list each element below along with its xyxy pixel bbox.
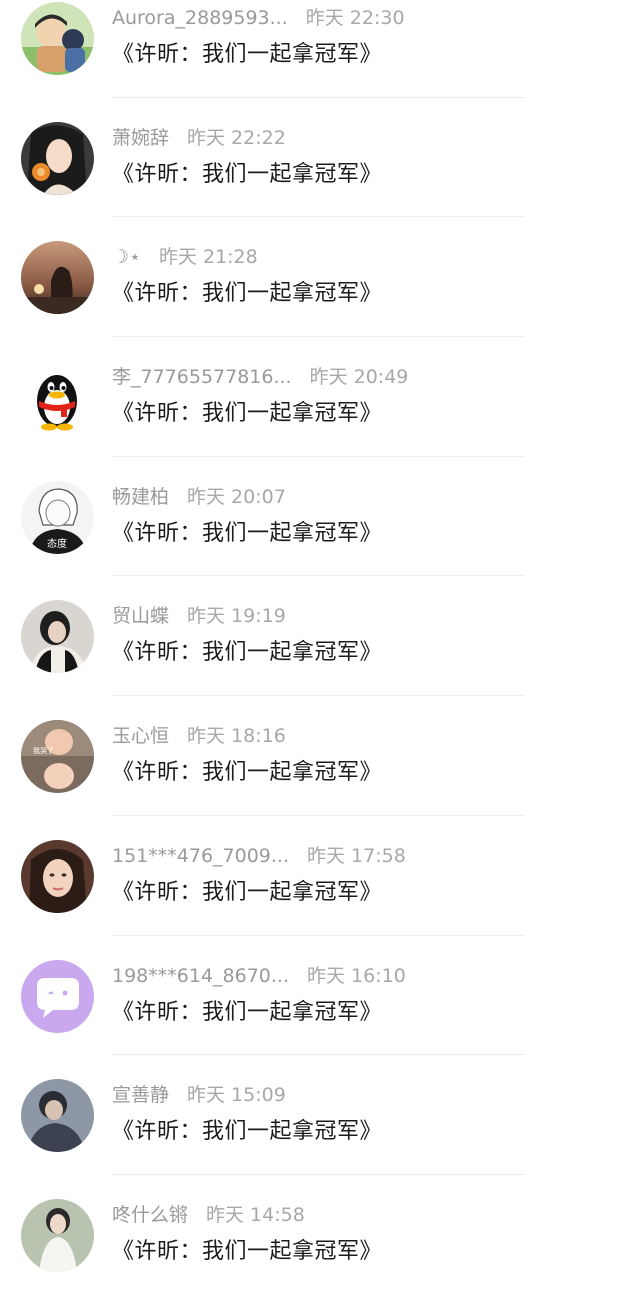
- comment-text: 《许昕：我们一起拿冠军》: [112, 520, 383, 546]
- shirt-text: 态度: [47, 537, 67, 550]
- timestamp: 昨天 17:58: [307, 844, 406, 867]
- username[interactable]: ☽⋆: [112, 246, 141, 268]
- avatar-caption-top: 我哭了: [33, 746, 54, 755]
- user-avatar[interactable]: [21, 361, 94, 435]
- photo-avatar-icon: [21, 1079, 94, 1153]
- username[interactable]: 玉心恒: [112, 725, 169, 747]
- comment-meta: 玉心恒 昨天 18:16: [112, 722, 286, 750]
- comment-text: 《许昕：我们一起拿冠军》: [112, 1238, 383, 1264]
- timestamp: 昨天 22:22: [187, 126, 286, 149]
- cartoon-avatar-icon: [21, 2, 94, 75]
- comment-item[interactable]: 态度 畅建柏 昨天 20:07 《许昕：我们一起拿冠军》: [0, 457, 640, 577]
- penguin-avatar-icon: [21, 361, 94, 435]
- comment-text: 《许昕：我们一起拿冠军》: [112, 42, 383, 67]
- user-avatar[interactable]: [21, 241, 94, 315]
- photo-avatar-icon: [21, 600, 94, 674]
- comment-item[interactable]: 咚什么锵 昨天 14:58 《许昕：我们一起拿冠军》: [0, 1175, 640, 1295]
- comment-text: 《许昕：我们一起拿冠军》: [112, 999, 383, 1025]
- comment-item[interactable]: ☽⋆ 昨天 21:28 《许昕：我们一起拿冠军》: [0, 217, 640, 338]
- comment-item[interactable]: 李_77765577816... 昨天 20:49 《许昕：我们一起拿冠军》: [0, 337, 640, 457]
- comment-meta: ☽⋆ 昨天 21:28: [112, 243, 258, 271]
- comment-item[interactable]: 宣善静 昨天 15:09 《许昕：我们一起拿冠军》: [0, 1055, 640, 1175]
- timestamp: 昨天 20:07: [187, 485, 286, 508]
- chat-bubble-avatar-icon: [21, 959, 94, 1033]
- comment-item[interactable]: 198***614_8670... 昨天 16:10 《许昕：我们一起拿冠军》: [0, 936, 640, 1056]
- user-avatar[interactable]: 态度: [21, 480, 94, 554]
- username[interactable]: 宣善静: [112, 1084, 169, 1106]
- user-avatar[interactable]: [21, 1079, 94, 1153]
- comment-item[interactable]: Aurora_2889593... 昨天 22:30 《许昕：我们一起拿冠军》: [0, 0, 640, 98]
- username[interactable]: 198***614_8670...: [112, 965, 289, 987]
- photo-avatar-icon: [21, 1198, 94, 1272]
- comment-text: 《许昕：我们一起拿冠军》: [112, 161, 383, 187]
- comment-meta: 151***476_7009... 昨天 17:58: [112, 842, 406, 870]
- sunset-avatar-icon: [21, 241, 94, 315]
- comment-meta: 咚什么锵 昨天 14:58: [112, 1201, 305, 1229]
- user-avatar[interactable]: [21, 959, 94, 1033]
- comment-item[interactable]: 我哭了 我 玉心恒 昨天 18:16 《许昕：我们一起拿冠军》: [0, 696, 640, 816]
- comment-meta: 畅建柏 昨天 20:07: [112, 483, 286, 511]
- user-avatar[interactable]: [21, 600, 94, 674]
- username[interactable]: 贸山蝶: [112, 605, 169, 627]
- user-avatar[interactable]: 我哭了 我: [21, 720, 94, 794]
- photo-avatar-icon: [21, 121, 94, 195]
- comment-item[interactable]: 151***476_7009... 昨天 17:58 《许昕：我们一起拿冠军》: [0, 816, 640, 936]
- comment-meta: 贸山蝶 昨天 19:19: [112, 602, 286, 630]
- timestamp: 昨天 22:30: [305, 7, 405, 29]
- comment-meta: 198***614_8670... 昨天 16:10: [112, 962, 406, 990]
- comment-text: 《许昕：我们一起拿冠军》: [112, 760, 383, 786]
- comment-text: 《许昕：我们一起拿冠军》: [112, 640, 383, 666]
- comment-text: 《许昕：我们一起拿冠军》: [112, 879, 383, 905]
- comment-meta: 萧婉辞 昨天 22:22: [112, 124, 286, 152]
- username[interactable]: 咚什么锵: [112, 1204, 188, 1226]
- user-avatar[interactable]: [21, 121, 94, 195]
- user-avatar[interactable]: [21, 839, 94, 913]
- timestamp: 昨天 18:16: [187, 725, 286, 748]
- comment-meta: 宣善静 昨天 15:09: [112, 1081, 286, 1109]
- avatar-caption-bottom: 我: [81, 783, 88, 792]
- timestamp: 昨天 21:28: [158, 246, 258, 269]
- comment-list: Aurora_2889593... 昨天 22:30 《许昕：我们一起拿冠军》 萧…: [0, 0, 640, 1295]
- timestamp: 昨天 16:10: [307, 964, 406, 987]
- comment-item[interactable]: 萧婉辞 昨天 22:22 《许昕：我们一起拿冠军》: [0, 98, 640, 218]
- comment-meta: Aurora_2889593... 昨天 22:30: [112, 4, 405, 32]
- comment-item[interactable]: 贸山蝶 昨天 19:19 《许昕：我们一起拿冠军》: [0, 576, 640, 697]
- baby-avatar-icon: 我哭了 我: [21, 720, 94, 794]
- timestamp: 昨天 15:09: [187, 1084, 286, 1107]
- username[interactable]: 李_77765577816...: [112, 366, 292, 388]
- user-avatar[interactable]: [21, 2, 94, 75]
- user-avatar[interactable]: [21, 1198, 94, 1272]
- timestamp: 昨天 20:49: [309, 366, 409, 389]
- comment-text: 《许昕：我们一起拿冠军》: [112, 1119, 383, 1145]
- username[interactable]: 萧婉辞: [112, 127, 169, 149]
- timestamp: 昨天 14:58: [206, 1203, 305, 1226]
- timestamp: 昨天 19:19: [187, 605, 286, 628]
- comment-text: 《许昕：我们一起拿冠军》: [112, 401, 383, 427]
- portrait-avatar-icon: [21, 839, 94, 913]
- comment-meta: 李_77765577816... 昨天 20:49: [112, 363, 408, 391]
- username[interactable]: 畅建柏: [112, 486, 169, 508]
- comment-text: 《许昕：我们一起拿冠军》: [112, 281, 383, 307]
- username[interactable]: Aurora_2889593...: [112, 7, 288, 29]
- username[interactable]: 151***476_7009...: [112, 845, 289, 867]
- anime-avatar-icon: 态度: [21, 480, 94, 554]
